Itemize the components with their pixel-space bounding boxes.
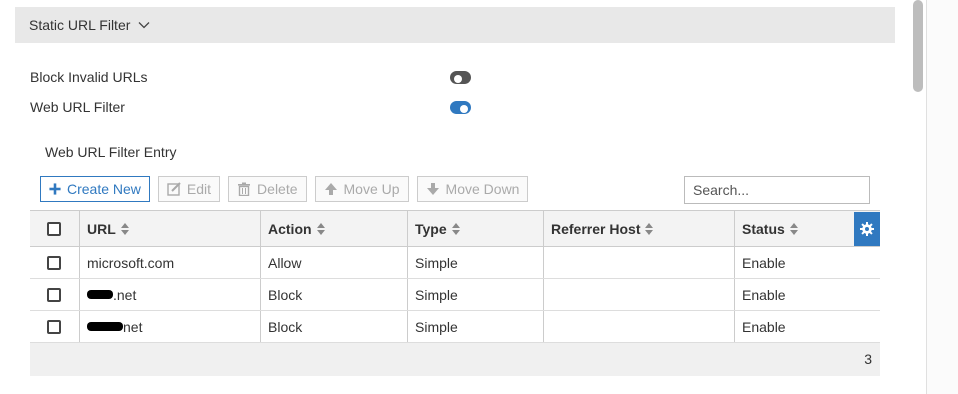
cell-text: Allow [268, 254, 302, 271]
move-down-label: Move Down [445, 181, 520, 197]
scrollbar-thumb[interactable] [913, 0, 923, 92]
redaction-mark [87, 290, 113, 299]
column-header-type[interactable]: Type [407, 211, 543, 246]
setting-label: Block Invalid URLs [30, 69, 148, 85]
move-down-button[interactable]: Move Down [416, 176, 529, 202]
cell-status: Enable [734, 279, 880, 310]
arrow-down-icon [426, 183, 439, 195]
gear-icon [860, 222, 874, 236]
sort-icon [451, 222, 460, 235]
row-count: 3 [864, 351, 872, 367]
sort-icon [316, 222, 325, 235]
section-title: Static URL Filter [29, 17, 131, 33]
create-new-label: Create New [67, 181, 141, 197]
row-checkbox[interactable] [47, 256, 61, 270]
cell-text: net [123, 318, 143, 335]
block-invalid-urls-toggle[interactable] [450, 71, 471, 84]
create-new-button[interactable]: Create New [40, 176, 150, 202]
cell-referrer-host [543, 311, 734, 342]
move-up-label: Move Up [343, 181, 400, 197]
cell-url: .net [79, 279, 260, 310]
redaction-mark [87, 322, 123, 331]
web-url-filter-toggle[interactable] [450, 101, 471, 114]
cell-text: Block [268, 286, 303, 303]
sort-icon [645, 222, 654, 235]
toggle-knob [453, 74, 462, 83]
table-row[interactable]: microsoft.com Allow Simple Enable [30, 247, 880, 279]
cell-text: Enable [742, 286, 786, 303]
arrow-up-icon [324, 183, 337, 195]
column-header-status[interactable]: Status [734, 211, 854, 246]
sort-icon [789, 222, 798, 235]
edit-button[interactable]: Edit [157, 176, 221, 202]
cell-action: Block [260, 279, 407, 310]
toolbar: Create New Edit Delete Move Up Move Down [40, 176, 529, 203]
select-all-checkbox[interactable] [47, 222, 61, 236]
setting-label: Web URL Filter [30, 99, 125, 115]
cell-text: Simple [415, 318, 458, 335]
cell-referrer-host [543, 279, 734, 310]
edit-label: Edit [186, 181, 212, 197]
search-input[interactable] [684, 176, 870, 204]
delete-button[interactable]: Delete [228, 176, 307, 202]
table-row[interactable]: net Block Simple Enable [30, 311, 880, 343]
cell-status: Enable [734, 311, 880, 342]
table-footer: 3 [30, 343, 880, 376]
column-label: Status [742, 220, 785, 237]
table-row[interactable]: .net Block Simple Enable [30, 279, 880, 311]
edit-icon [167, 182, 181, 196]
entry-heading: Web URL Filter Entry [45, 144, 177, 160]
chevron-down-icon [138, 22, 150, 29]
cell-text: Enable [742, 254, 786, 271]
section-header-static-url-filter[interactable]: Static URL Filter [15, 7, 895, 43]
move-up-button[interactable]: Move Up [314, 176, 409, 202]
cell-text: Enable [742, 318, 786, 335]
cell-text: Simple [415, 254, 458, 271]
cell-text: Block [268, 318, 303, 335]
sort-icon [120, 222, 129, 235]
row-checkbox[interactable] [47, 320, 61, 334]
cell-url: net [79, 311, 260, 342]
cell-text: microsoft.com [87, 254, 175, 271]
plus-icon [49, 183, 61, 195]
right-panel [927, 0, 958, 394]
cell-action: Block [260, 311, 407, 342]
column-header-action[interactable]: Action [260, 211, 407, 246]
cell-type: Simple [407, 279, 543, 310]
setting-block-invalid-urls: Block Invalid URLs [30, 67, 148, 87]
column-label: Referrer Host [551, 220, 641, 237]
cell-url: microsoft.com [79, 247, 260, 278]
table-header: URL Action Type Referrer Host Status [30, 210, 880, 247]
column-label: URL [87, 220, 116, 237]
cell-text: .net [113, 286, 137, 303]
cell-type: Simple [407, 311, 543, 342]
cell-action: Allow [260, 247, 407, 278]
column-settings-button[interactable] [854, 212, 880, 246]
column-label: Action [268, 220, 312, 237]
cell-referrer-host [543, 247, 734, 278]
column-label: Type [415, 220, 447, 237]
cell-text: Simple [415, 286, 458, 303]
row-checkbox[interactable] [47, 288, 61, 302]
toggle-knob [459, 104, 468, 113]
trash-icon [238, 182, 251, 196]
cell-status: Enable [734, 247, 880, 278]
column-header-referrer-host[interactable]: Referrer Host [543, 211, 734, 246]
setting-web-url-filter: Web URL Filter [30, 97, 125, 117]
delete-label: Delete [257, 181, 298, 197]
column-header-url[interactable]: URL [79, 211, 260, 246]
cell-type: Simple [407, 247, 543, 278]
